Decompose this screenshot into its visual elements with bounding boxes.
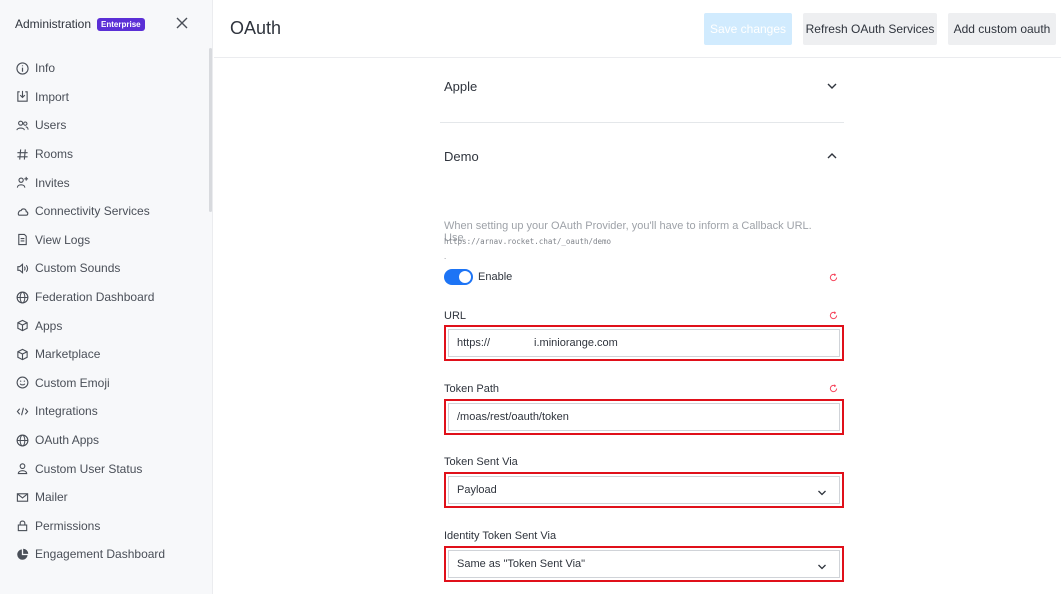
chevron-down-icon [818, 564, 826, 570]
enable-label: Enable [478, 271, 513, 283]
token-path-field-highlight: /moas/rest/oauth/token [444, 399, 844, 435]
sidebar-item-custom-emoji[interactable]: Custom Emoji [0, 369, 210, 398]
enable-toggle[interactable] [444, 269, 473, 285]
section-divider [440, 122, 844, 123]
token-path-input[interactable]: /moas/rest/oauth/token [448, 403, 840, 431]
sidebar-header: Administration Enterprise [15, 14, 198, 34]
sidebar-item-label: Engagement Dashboard [35, 547, 166, 562]
identity-token-field-highlight: Same as "Token Sent Via" [444, 546, 844, 582]
toggle-knob [459, 271, 471, 283]
sidebar-item-label: Connectivity Services [35, 204, 150, 219]
sidebar-item-info[interactable]: Info [0, 54, 210, 83]
token-sent-via-select[interactable]: Payload [448, 476, 840, 504]
refresh-oauth-services-button[interactable]: Refresh OAuth Services [803, 13, 937, 45]
page-header: OAuth Save changes Refresh OAuth Service… [214, 0, 1061, 58]
sidebar-item-label: Apps [35, 318, 63, 333]
sidebar-item-label: Import [35, 89, 70, 104]
redacted-text [490, 337, 535, 349]
sidebar-item-oauth-apps[interactable]: OAuth Apps [0, 426, 210, 455]
admin-sidebar: Administration Enterprise Info Import Us… [0, 0, 213, 594]
sidebar-item-invites[interactable]: Invites [0, 168, 210, 197]
sidebar-item-label: Marketplace [35, 347, 101, 362]
save-changes-button[interactable]: Save changes [704, 13, 792, 45]
sidebar-item-permissions[interactable]: Permissions [0, 512, 210, 541]
sidebar-item-label: Users [35, 118, 67, 133]
chevron-up-icon [827, 153, 837, 159]
users-icon [16, 120, 29, 131]
sidebar-item-engagement-dashboard[interactable]: Engagement Dashboard [0, 540, 210, 569]
sidebar-item-label: Custom Sounds [35, 261, 121, 276]
url-prefix: https:// [457, 337, 491, 349]
emoji-icon [16, 376, 29, 389]
select-value: Payload [457, 484, 497, 496]
lock-icon [17, 520, 28, 532]
callback-url: https://arnav.rocket.chat/_oauth/demo [444, 237, 612, 246]
hashtag-icon [17, 148, 28, 160]
code-icon [16, 407, 29, 416]
sidebar-item-label: View Logs [35, 232, 91, 247]
info-icon [16, 62, 29, 75]
user-plus-icon [16, 177, 29, 188]
sidebar-item-view-logs[interactable]: View Logs [0, 226, 210, 255]
close-icon[interactable] [174, 15, 190, 31]
cube-icon [17, 348, 28, 360]
reset-icon[interactable] [829, 273, 838, 282]
sound-icon [17, 263, 29, 274]
document-icon [18, 234, 27, 246]
accordion-apple[interactable]: Apple [444, 76, 844, 96]
sidebar-item-label: Invites [35, 175, 70, 190]
reset-icon[interactable] [829, 384, 838, 393]
callback-hint-end: . [444, 252, 447, 261]
token-sent-via-field-highlight: Payload [444, 472, 844, 508]
import-icon [17, 91, 28, 103]
mail-icon [16, 492, 29, 502]
sidebar-item-label: Rooms [35, 147, 74, 162]
accordion-title: Apple [444, 78, 478, 94]
sidebar-item-mailer[interactable]: Mailer [0, 483, 210, 512]
enterprise-badge: Enterprise [97, 17, 145, 31]
sidebar-item-marketplace[interactable]: Marketplace [0, 340, 210, 369]
sidebar-item-apps[interactable]: Apps [0, 311, 210, 340]
select-value: Same as "Token Sent Via" [457, 558, 586, 570]
sidebar-item-import[interactable]: Import [0, 83, 210, 112]
chevron-down-icon [818, 490, 826, 496]
url-label: URL [444, 310, 467, 322]
sidebar-item-federation-dashboard[interactable]: Federation Dashboard [0, 283, 210, 312]
url-field-highlight: https:// i.miniorange.com [444, 325, 844, 361]
sidebar-item-rooms[interactable]: Rooms [0, 140, 210, 169]
accordion-demo[interactable]: Demo [444, 146, 844, 166]
sidebar-item-custom-user-status[interactable]: Custom User Status [0, 454, 210, 483]
sidebar-title: Administration [15, 17, 92, 31]
cloud-icon [17, 208, 29, 216]
globe-icon [16, 291, 29, 303]
token-path-label: Token Path [444, 383, 500, 395]
token-sent-via-label: Token Sent Via [444, 456, 518, 468]
url-input[interactable]: https:// i.miniorange.com [448, 329, 840, 357]
sidebar-nav: Info Import Users Rooms Invites Connecti… [0, 54, 210, 569]
sidebar-item-label: Integrations [35, 404, 98, 419]
accordion-title: Demo [444, 148, 479, 164]
cube-icon [17, 319, 28, 332]
sidebar-item-integrations[interactable]: Integrations [0, 397, 210, 426]
sidebar-item-label: Info [35, 61, 56, 76]
chevron-down-icon [827, 83, 837, 89]
sidebar-item-users[interactable]: Users [0, 111, 210, 140]
sidebar-item-label: Permissions [35, 518, 101, 533]
sidebar-item-label: Federation Dashboard [35, 290, 155, 305]
sidebar-item-connectivity-services[interactable]: Connectivity Services [0, 197, 210, 226]
identity-token-sent-via-label: Identity Token Sent Via [444, 530, 557, 542]
sidebar-item-label: Mailer [35, 490, 68, 505]
sidebar-item-custom-sounds[interactable]: Custom Sounds [0, 254, 210, 283]
pie-chart-icon [17, 548, 29, 560]
add-custom-oauth-button[interactable]: Add custom oauth [948, 13, 1056, 45]
identity-token-sent-via-select[interactable]: Same as "Token Sent Via" [448, 550, 840, 578]
sidebar-item-label: Custom Emoji [35, 375, 110, 390]
sidebar-item-label: Custom User Status [35, 461, 143, 476]
page-title: OAuth [230, 18, 282, 38]
globe-icon [16, 434, 29, 446]
reset-icon[interactable] [829, 311, 838, 320]
user-icon [17, 463, 28, 475]
sidebar-item-label: OAuth Apps [35, 433, 100, 448]
url-suffix: i.miniorange.com [534, 337, 618, 349]
